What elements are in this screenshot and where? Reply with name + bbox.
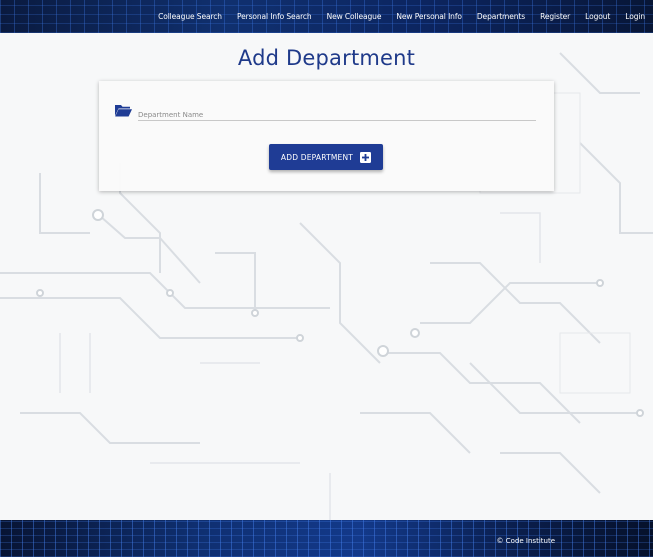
plus-square-icon <box>360 151 372 163</box>
top-navbar: Colleague Search Personal Info Search Ne… <box>0 0 653 34</box>
nav-login[interactable]: Login <box>625 12 645 21</box>
copyright-icon: © <box>496 537 504 545</box>
folder-open-icon <box>115 105 132 117</box>
main-content: Add Department ADD DEPARTMENT <box>0 33 653 520</box>
department-name-field <box>138 102 536 124</box>
footer-copyright: © Code Institute <box>497 537 555 545</box>
department-name-input[interactable] <box>138 106 536 124</box>
nav-personal-info-search[interactable]: Personal Info Search <box>237 12 312 21</box>
nav-new-personal-info[interactable]: New Personal Info <box>396 12 462 21</box>
footer-text: Code Institute <box>505 537 555 545</box>
nav-logout[interactable]: Logout <box>585 12 610 21</box>
nav-links: Colleague Search Personal Info Search Ne… <box>143 0 645 33</box>
add-department-button[interactable]: ADD DEPARTMENT <box>269 144 383 170</box>
footer: © Code Institute <box>0 520 653 557</box>
nav-colleague-search[interactable]: Colleague Search <box>158 12 222 21</box>
nav-departments[interactable]: Departments <box>477 12 525 21</box>
page-title: Add Department <box>237 46 416 70</box>
add-department-form-card: ADD DEPARTMENT <box>99 81 554 191</box>
nav-new-colleague[interactable]: New Colleague <box>327 12 382 21</box>
nav-register[interactable]: Register <box>540 12 570 21</box>
add-department-button-label: ADD DEPARTMENT <box>280 152 354 162</box>
